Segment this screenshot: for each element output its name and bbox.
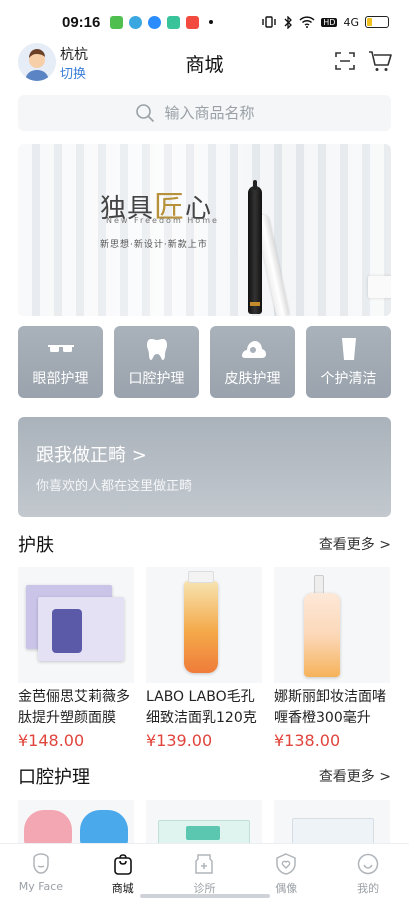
bottom-tab-bar: My Face 商城 诊所 偶像 我的 xyxy=(0,843,409,900)
hd-icon: HD xyxy=(321,17,338,27)
orthodontics-card[interactable]: 跟我做正畸 > 你喜欢的人都在这里做正畸 xyxy=(18,417,391,517)
promo-banner[interactable]: 独具匠心 New Freedom Home 新思想·新设计·新款上市 xyxy=(18,144,391,316)
product-card[interactable]: LABO LABO毛孔细致洁面乳120克 ¥139.00 xyxy=(146,567,262,750)
tab-clinic[interactable]: 诊所 xyxy=(164,844,246,900)
product-card[interactable]: 金芭俪思艾莉薇多肽提升塑颜面膜 ¥148.00 xyxy=(18,567,134,750)
heart-badge-icon xyxy=(276,853,297,875)
cup-icon xyxy=(341,338,356,360)
section-title: 护肤 xyxy=(18,535,54,556)
skin-icon xyxy=(241,341,266,358)
package-label-shape xyxy=(186,826,220,840)
network-label: 4G xyxy=(343,15,359,29)
category-label: 口腔护理 xyxy=(128,371,185,387)
clinic-icon xyxy=(195,854,214,874)
category-oral-care[interactable]: 口腔护理 xyxy=(114,326,199,398)
product-price: ¥148.00 xyxy=(18,731,85,750)
home-indicator[interactable] xyxy=(140,894,270,898)
header: 杭杭 切换 商城 xyxy=(0,40,409,86)
notification-icons xyxy=(110,15,214,29)
player-icon xyxy=(148,15,162,29)
tooth-icon xyxy=(146,339,167,360)
glasses-icon xyxy=(47,345,74,352)
tab-label: 我的 xyxy=(357,882,380,895)
product-name: 娜斯丽卸妆洁面啫喱香橙300毫升 xyxy=(274,689,386,726)
smile-icon xyxy=(357,853,379,875)
oral-care-section-header: 口腔护理 查看更多 > xyxy=(18,764,391,788)
wechat-icon xyxy=(110,15,124,29)
taobao-icon xyxy=(186,15,200,29)
product-name: LABO LABO毛孔细致洁面乳120克 xyxy=(146,689,257,726)
skincare-section-header: 护肤 查看更多 > xyxy=(18,532,391,556)
product-image xyxy=(18,567,134,683)
cup-image xyxy=(368,276,391,298)
bottle-shape xyxy=(304,593,340,677)
product-price: ¥139.00 xyxy=(146,731,213,750)
black-toothbrush-image xyxy=(248,180,262,314)
product-name: 金芭俪思艾莉薇多肽提升塑颜面膜 xyxy=(18,689,130,726)
tab-mine[interactable]: 我的 xyxy=(327,844,409,900)
section-title: 口腔护理 xyxy=(18,767,90,788)
face-icon xyxy=(33,853,49,874)
battery-icon xyxy=(365,16,389,28)
status-bar: 09:16 HD 4G xyxy=(0,0,409,44)
product-price: ¥138.00 xyxy=(274,731,341,750)
search-icon xyxy=(135,104,154,123)
app-icon xyxy=(167,15,181,29)
status-right: HD 4G xyxy=(261,15,389,29)
pump-shape xyxy=(314,575,324,595)
tab-label: 偶像 xyxy=(275,882,298,895)
view-more-link[interactable]: 查看更多 > xyxy=(319,534,391,554)
category-personal-care[interactable]: 个护清洁 xyxy=(306,326,391,398)
scan-icon[interactable] xyxy=(333,49,357,73)
banner-tagline: 新思想·新设计·新款上市 xyxy=(100,240,208,250)
tab-my-face[interactable]: My Face xyxy=(0,844,82,900)
bottle-shape xyxy=(52,609,82,653)
product-card[interactable]: 娜斯丽卸妆洁面啫喱香橙300毫升 ¥138.00 xyxy=(274,567,390,750)
category-eye-care[interactable]: 眼部护理 xyxy=(18,326,103,398)
bluetooth-icon xyxy=(284,15,293,29)
status-time: 09:16 xyxy=(62,13,101,31)
tab-label: My Face xyxy=(18,880,64,893)
search-bar[interactable] xyxy=(18,95,391,131)
view-more-link[interactable]: 查看更多 > xyxy=(319,766,391,786)
app-icon xyxy=(129,15,143,29)
banner-curtain-background xyxy=(18,144,391,316)
tab-label: 商城 xyxy=(111,882,134,895)
shop-bag-icon xyxy=(113,854,132,875)
tab-shop[interactable]: 商城 xyxy=(82,844,164,900)
tube-cap-shape xyxy=(188,571,214,583)
skincare-product-list: 金芭俪思艾莉薇多肽提升塑颜面膜 ¥148.00 LABO LABO毛孔细致洁面乳… xyxy=(18,567,394,750)
category-grid: 眼部护理 口腔护理 皮肤护理 个护清洁 xyxy=(18,326,391,398)
search-input[interactable] xyxy=(164,104,275,122)
wifi-icon xyxy=(299,16,315,28)
product-image xyxy=(274,567,390,683)
orthodontics-card-subtitle: 你喜欢的人都在这里做正畸 xyxy=(36,479,193,494)
tab-idol[interactable]: 偶像 xyxy=(245,844,327,900)
tube-shape xyxy=(184,581,218,673)
cart-icon[interactable] xyxy=(367,49,393,73)
category-label: 个护清洁 xyxy=(320,371,377,387)
category-label: 眼部护理 xyxy=(32,371,89,387)
orthodontics-card-title: 跟我做正畸 > xyxy=(36,445,147,466)
category-skin-care[interactable]: 皮肤护理 xyxy=(210,326,295,398)
category-label: 皮肤护理 xyxy=(224,371,281,387)
product-image xyxy=(146,567,262,683)
more-dot-icon xyxy=(209,20,214,24)
vibrate-icon xyxy=(262,16,276,28)
banner-subtitle: New Freedom Home xyxy=(106,216,219,225)
